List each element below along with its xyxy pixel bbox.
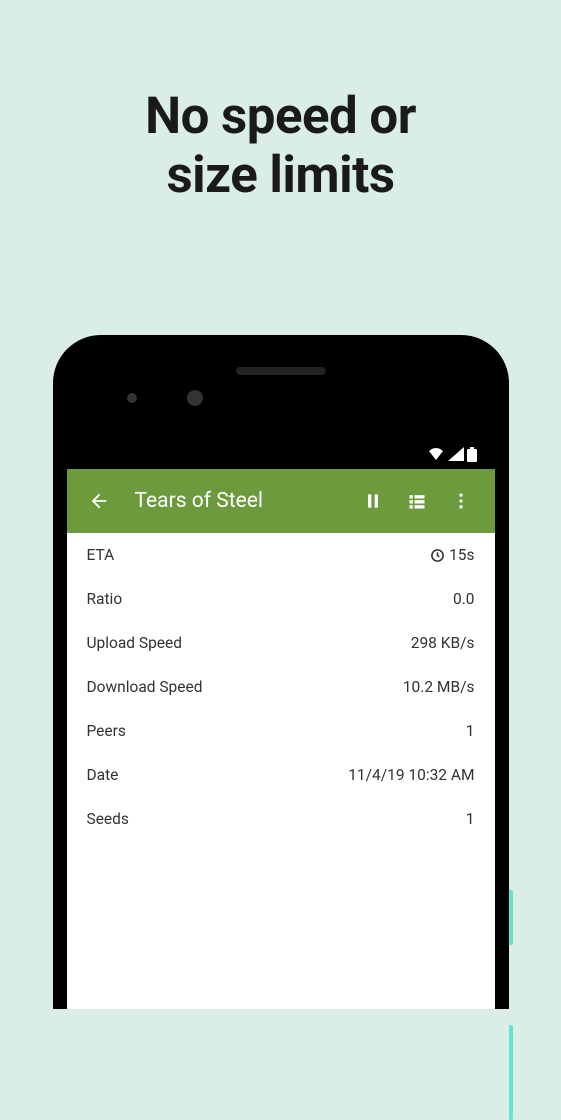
detail-row-peers: Peers 1 [67, 709, 495, 753]
row-value: 11/4/19 10:32 AM [348, 766, 474, 784]
detail-row-date: Date 11/4/19 10:32 AM [67, 753, 495, 797]
battery-icon [467, 447, 477, 462]
row-label: ETA [87, 546, 115, 564]
wifi-icon [427, 447, 445, 461]
row-label: Seeds [87, 810, 129, 828]
row-label: Peers [87, 722, 126, 740]
phone-mockup: Tears of Steel [53, 335, 509, 1009]
arrow-left-icon [88, 490, 110, 512]
promo-headline: No speed or size limits [0, 0, 561, 205]
detail-row-ratio: Ratio 0.0 [67, 577, 495, 621]
row-value: 1 [466, 722, 475, 740]
app-bar: Tears of Steel [67, 469, 495, 533]
row-value: 15s [430, 546, 474, 564]
phone-bezel-top [67, 349, 495, 439]
phone-earpiece [236, 367, 326, 375]
row-value: 1 [466, 810, 475, 828]
phone-camera [187, 390, 203, 406]
detail-row-seeds: Seeds 1 [67, 797, 495, 841]
more-vert-icon [451, 491, 471, 511]
detail-row-upload: Upload Speed 298 KB/s [67, 621, 495, 665]
list-button[interactable] [395, 479, 439, 523]
app-title: Tears of Steel [135, 489, 351, 513]
pause-icon [363, 491, 383, 511]
headline-line1: No speed or [0, 88, 561, 147]
back-button[interactable] [79, 481, 119, 521]
row-label: Ratio [87, 590, 123, 608]
phone-camera [127, 393, 137, 403]
phone-side-button [509, 1025, 513, 1120]
list-icon [407, 491, 427, 511]
phone-side-button [509, 890, 513, 945]
pause-button[interactable] [351, 479, 395, 523]
row-label: Date [87, 766, 119, 784]
row-value: 10.2 MB/s [403, 678, 475, 696]
detail-row-download: Download Speed 10.2 MB/s [67, 665, 495, 709]
headline-line2: size limits [0, 147, 561, 206]
torrent-details: ETA 15s Ratio 0.0 [67, 533, 495, 1009]
row-value: 0.0 [453, 590, 475, 608]
detail-row-eta: ETA 15s [67, 533, 495, 577]
clock-icon [430, 548, 445, 563]
row-value: 298 KB/s [411, 634, 475, 652]
signal-icon [448, 447, 464, 461]
row-label: Download Speed [87, 678, 203, 696]
more-button[interactable] [439, 479, 483, 523]
row-label: Upload Speed [87, 634, 182, 652]
status-bar [67, 439, 495, 469]
